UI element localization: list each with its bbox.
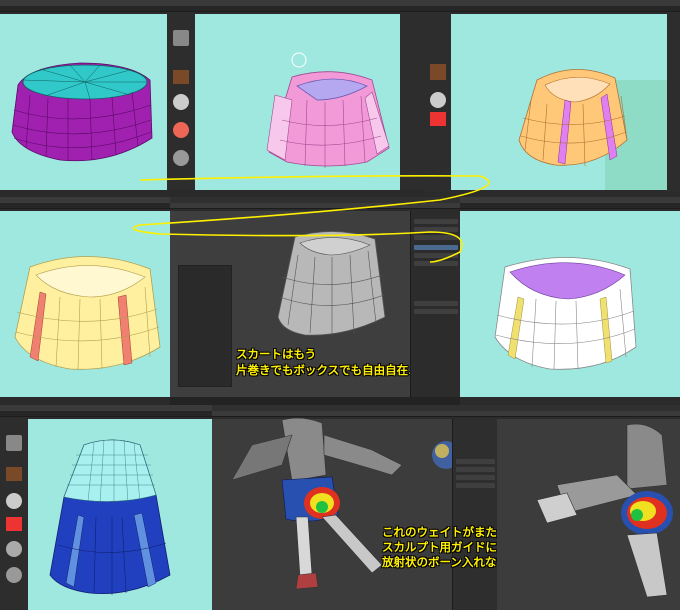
- skirt-white: [494, 257, 637, 370]
- properties-panel[interactable]: [410, 211, 460, 397]
- status-bar: [0, 190, 194, 197]
- status-bar: [167, 190, 425, 197]
- status-bar: [170, 397, 460, 405]
- skirt-orange: [518, 69, 628, 167]
- status-bar: [0, 397, 170, 405]
- right-toolbar[interactable]: [667, 12, 680, 192]
- blender-panel-2: これのウェイトがまた鬼門! スカルプト用ガイドにさえならないしっ! 放射状のボー…: [212, 405, 497, 610]
- character-weight-paint-side: [536, 423, 673, 598]
- zbrush-panel-3: [425, 0, 680, 197]
- tool-settings-panel[interactable]: [452, 419, 497, 610]
- caption-middle-2: 片巻きでもボックスでも自由自在♪: [236, 363, 416, 377]
- blender-panel-1: スカートはもう 片巻きでもボックスでも自由自在♪: [170, 197, 460, 405]
- skirt-yellow: [14, 256, 161, 370]
- zbrush-panel-5: [460, 197, 680, 405]
- right-toolbar[interactable]: [400, 12, 425, 192]
- caption-bottom-2: スカルプト用ガイドにさえならないしっ!: [382, 540, 497, 554]
- caption-middle-1: スカートはもう: [236, 347, 317, 361]
- zbrush-panel-1: [0, 0, 194, 197]
- caption-bottom-3: 放射状のボーン入れないとムリだわ…: [382, 555, 497, 569]
- skirt-pink: [266, 52, 390, 168]
- zbrush-panel-6: [0, 405, 212, 610]
- zbrush-panel-4: [0, 197, 170, 405]
- skirt-purple: [11, 62, 153, 162]
- blender-panel-3: [497, 405, 680, 610]
- skirt-blue: [49, 439, 171, 595]
- zbrush-panel-2: [167, 0, 425, 197]
- caption-bottom-1: これのウェイトがまた鬼門!: [382, 525, 497, 539]
